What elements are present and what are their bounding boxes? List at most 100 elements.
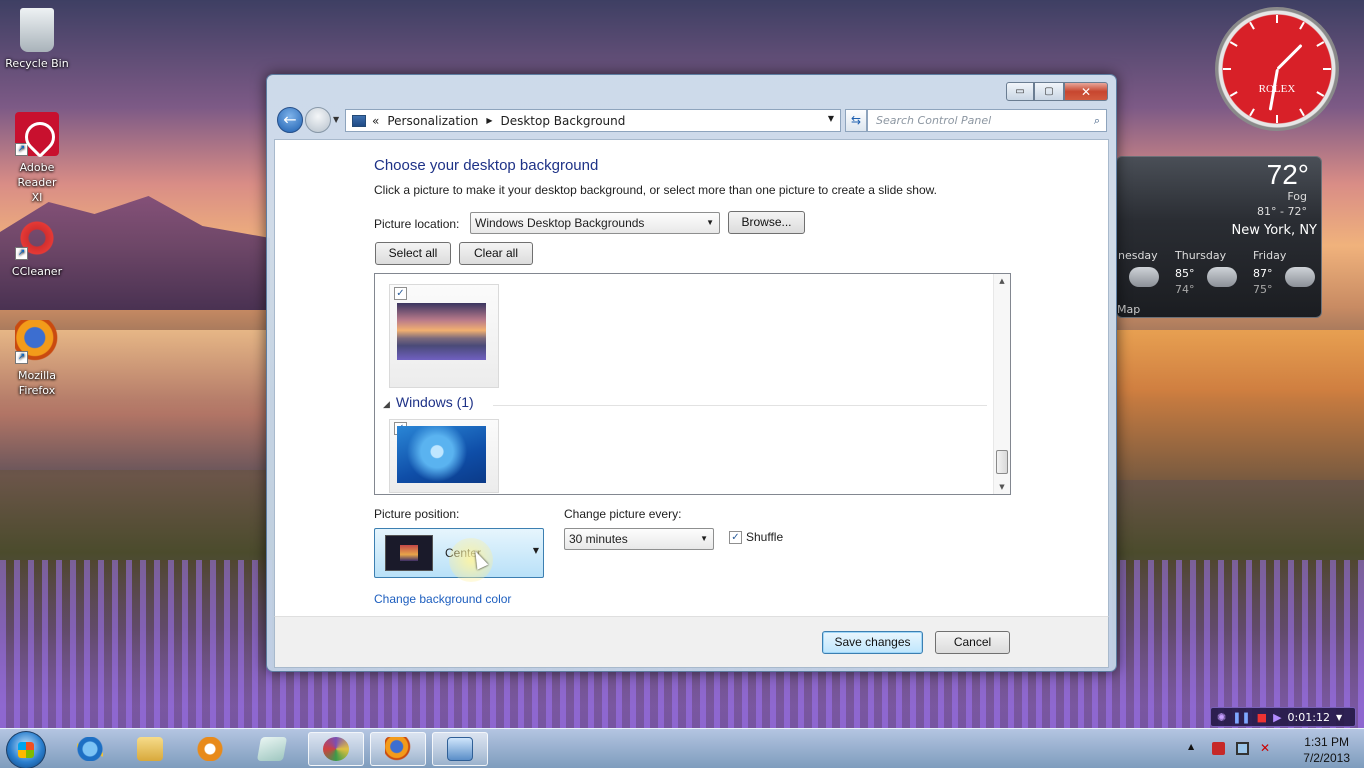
select-all-button[interactable]: Select all [375, 242, 451, 265]
address-bar[interactable]: « Personalization ▶ Desktop Background ▼ [345, 109, 841, 132]
taskbar-firefox[interactable] [370, 732, 426, 766]
shuffle-checkbox[interactable]: ✓ [729, 531, 742, 544]
collapse-triangle-icon[interactable]: ◢ [383, 399, 390, 409]
close-button[interactable]: ✕ [1064, 82, 1108, 101]
show-hidden-icons-icon[interactable]: ▲ [1188, 742, 1201, 755]
clock-tick [1323, 68, 1331, 70]
breadcrumb-desktop-background[interactable]: Desktop Background [500, 114, 625, 128]
dialog-footer: Save changes Cancel [274, 616, 1109, 668]
network-icon[interactable] [1236, 742, 1249, 755]
scroll-down-icon[interactable]: ▼ [994, 483, 1010, 491]
navigation-bar: ← ▼ « Personalization ▶ Desktop Backgrou… [275, 107, 1108, 135]
ccleaner-icon: ↗ [15, 216, 59, 260]
address-dropdown-icon[interactable]: ▼ [828, 114, 834, 123]
chevron-down-icon[interactable]: ▼ [1336, 713, 1342, 722]
clock-tick [1299, 108, 1305, 117]
taskbar-windows-explorer[interactable] [122, 732, 178, 766]
storm-icon [1207, 267, 1237, 287]
minimize-button[interactable]: ▭ [1006, 82, 1034, 101]
scrollbar-thumb[interactable] [996, 450, 1008, 474]
taskbar-control-panel[interactable] [432, 732, 488, 766]
weather-day-high: 85° [1175, 267, 1195, 280]
wallpaper-thumbnail[interactable]: ✓ [389, 284, 499, 388]
taskbar-paint[interactable] [308, 732, 364, 766]
chevron-down-icon: ▼ [706, 218, 714, 227]
desktop-icon-recycle-bin[interactable]: Recycle Bin [2, 8, 72, 71]
weather-day-low: 74° [1175, 283, 1195, 296]
shortcut-arrow-icon: ↗ [15, 143, 28, 156]
picture-position-label: Picture position: [374, 507, 460, 521]
notepad-icon [256, 737, 288, 761]
shortcut-arrow-icon: ↗ [15, 247, 28, 260]
storm-icon [1285, 267, 1315, 287]
weather-city: New York, NY [1231, 223, 1317, 238]
recording-time: 0:01:12 [1287, 710, 1330, 724]
clock-gadget[interactable]: ROLEX [1215, 7, 1339, 131]
change-background-color-link[interactable]: Change background color [374, 592, 511, 606]
weather-condition: Fog [1287, 190, 1307, 203]
wallpaper-thumbnail[interactable]: ✓ [389, 419, 499, 493]
recording-toolbar[interactable]: ✺ ❚❚ ■ ▶ 0:01:12 ▼ [1210, 707, 1356, 727]
volume-muted-icon[interactable]: ✕ [1260, 742, 1273, 755]
search-icon[interactable]: ⌕ [1094, 110, 1100, 131]
folder-icon [137, 737, 163, 761]
group-divider [493, 405, 987, 406]
chevron-down-icon: ▼ [700, 534, 708, 543]
play-icon[interactable]: ▶ [1273, 711, 1281, 724]
page-title: Choose your desktop background [374, 157, 599, 174]
change-picture-label: Change picture every: [564, 507, 682, 521]
change-interval-select[interactable]: 30 minutes ▼ [564, 528, 714, 550]
cancel-button[interactable]: Cancel [935, 631, 1010, 654]
desktop-icon-ccleaner[interactable]: ↗ CCleaner [2, 216, 72, 279]
scroll-up-icon[interactable]: ▲ [994, 277, 1010, 285]
action-center-icon[interactable] [1212, 742, 1225, 755]
taskbar-notepad[interactable] [244, 732, 300, 766]
start-button[interactable] [6, 731, 46, 768]
stop-icon[interactable]: ■ [1257, 711, 1267, 724]
desktop-background-window: ▭ ▢ ✕ ← ▼ « Personalization ▶ Desktop Ba… [266, 74, 1117, 672]
window-controls: ▭ ▢ ✕ [1006, 82, 1108, 101]
system-tray: ▲ ✕ 1:31 PM 7/2/2013 [1184, 729, 1364, 768]
taskbar-internet-explorer[interactable] [62, 732, 118, 766]
shuffle-label[interactable]: Shuffle [746, 530, 783, 544]
desktop-icon-firefox[interactable]: ↗ Mozilla Firefox [2, 320, 72, 398]
storm-icon [1129, 267, 1159, 287]
clock-tick [1316, 41, 1325, 47]
back-button[interactable]: ← [277, 107, 303, 133]
gallery-scrollbar[interactable]: ▲ ▼ [993, 274, 1010, 494]
thumbnail-checkbox[interactable]: ✓ [394, 287, 407, 300]
desktop-icon-adobe-reader[interactable]: ↗ Adobe Reader XI [2, 112, 72, 205]
browse-button[interactable]: Browse... [728, 211, 805, 234]
save-changes-button[interactable]: Save changes [822, 631, 923, 654]
breadcrumb-personalization[interactable]: Personalization [387, 114, 478, 128]
clock-tick [1249, 21, 1255, 30]
breadcrumb-prefix[interactable]: « [372, 114, 379, 128]
picture-location-select[interactable]: Windows Desktop Backgrounds ▼ [470, 212, 720, 234]
clock-tick [1223, 68, 1231, 70]
recent-pages-dropdown-icon[interactable]: ▼ [333, 115, 339, 124]
internet-explorer-icon [77, 737, 103, 761]
clock-tick [1249, 108, 1255, 117]
weather-temperature: 72° [1266, 159, 1309, 190]
search-input[interactable]: Search Control Panel ⌕ [867, 109, 1107, 132]
wallpaper-image [397, 303, 486, 360]
control-panel-icon [447, 737, 473, 761]
weather-range: 81° - 72° [1257, 205, 1307, 218]
group-header-windows[interactable]: ◢ Windows (1) [383, 394, 987, 414]
firefox-icon [385, 737, 411, 761]
forward-button[interactable] [305, 107, 331, 133]
clear-all-button[interactable]: Clear all [459, 242, 533, 265]
taskbar-media-player[interactable] [182, 732, 238, 766]
pause-icon[interactable]: ❚❚ [1232, 711, 1250, 724]
weather-map-link[interactable]: Map [1117, 303, 1140, 316]
refresh-button[interactable]: ⇆ [845, 109, 867, 132]
breadcrumb-separator-icon[interactable]: ▶ [486, 116, 492, 125]
clock-tick [1276, 15, 1278, 23]
weather-day-name: Friday [1253, 249, 1287, 262]
picture-location-label: Picture location: [374, 217, 460, 231]
clock-brand: ROLEX [1258, 83, 1296, 95]
main-content: Choose your desktop background Click a p… [274, 139, 1109, 617]
weather-gadget[interactable]: 72° Fog 81° - 72° New York, NY dnesday T… [1116, 156, 1322, 318]
tray-clock[interactable]: 1:31 PM 7/2/2013 [1303, 734, 1350, 766]
maximize-button[interactable]: ▢ [1034, 82, 1064, 101]
